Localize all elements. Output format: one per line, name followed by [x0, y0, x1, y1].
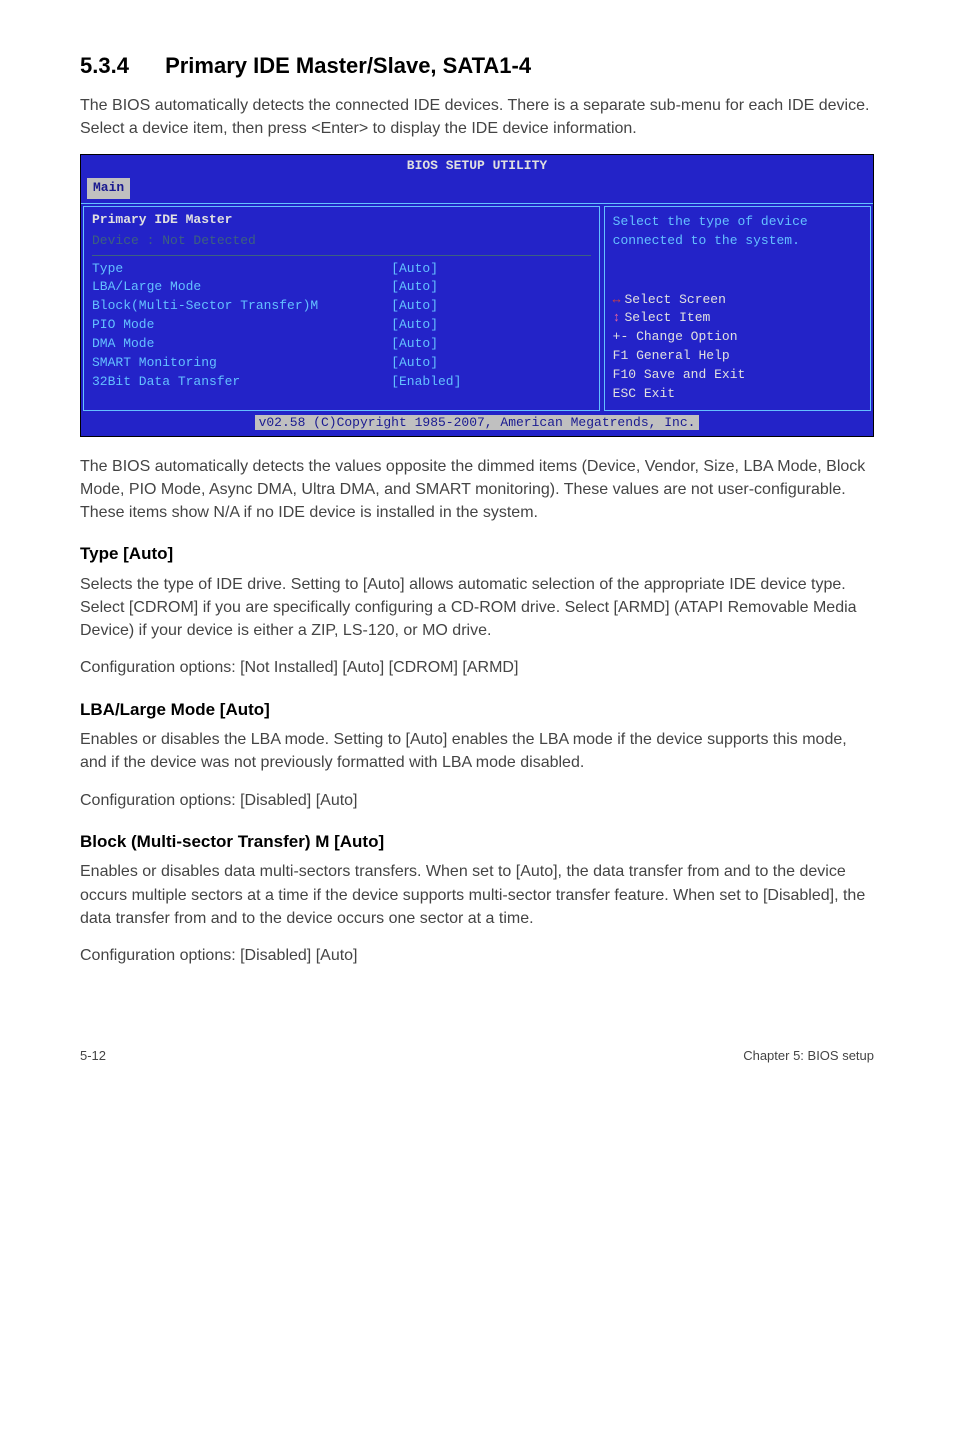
bios-footer: v02.58 (C)Copyright 1985-2007, American … — [81, 413, 873, 436]
bios-item-label: Block(Multi-Sector Transfer)M — [92, 297, 391, 316]
type-paragraph: Selects the type of IDE drive. Setting t… — [80, 573, 874, 643]
bios-item-value: [Auto] — [391, 297, 438, 316]
bios-pane-header: Primary IDE Master — [92, 211, 591, 232]
lba-options: Configuration options: [Disabled] [Auto] — [80, 789, 874, 812]
bios-right-pane: Select the type of device connected to t… — [604, 206, 871, 411]
bios-item: LBA/Large Mode [Auto] — [92, 278, 591, 297]
section-heading: 5.3.4 Primary IDE Master/Slave, SATA1-4 — [80, 50, 874, 82]
bios-item: SMART Monitoring [Auto] — [92, 354, 591, 373]
bios-item: Type [Auto] — [92, 260, 591, 279]
bios-item-label: Type — [92, 260, 391, 279]
bios-tab-main: Main — [87, 178, 130, 199]
bios-item-label: SMART Monitoring — [92, 354, 391, 373]
after-bios-paragraph: The BIOS automatically detects the value… — [80, 455, 874, 525]
page-footer: 5-12 Chapter 5: BIOS setup — [80, 1047, 874, 1066]
bios-key-label: Select Screen — [624, 291, 725, 310]
bios-body: Primary IDE Master Device : Not Detected… — [81, 203, 873, 413]
section-number: 5.3.4 — [80, 50, 129, 82]
bios-key-label: Select Item — [624, 309, 710, 328]
block-paragraph: Enables or disables data multi-sectors t… — [80, 860, 874, 930]
bios-item-value: [Auto] — [391, 354, 438, 373]
bios-key-row: F1 General Help — [613, 347, 862, 366]
bios-item-label: 32Bit Data Transfer — [92, 373, 391, 392]
bios-left-pane: Primary IDE Master Device : Not Detected… — [83, 206, 600, 411]
bios-key-row: F10 Save and Exit — [613, 366, 862, 385]
bios-title: BIOS SETUP UTILITY — [81, 155, 873, 178]
bios-item-value: [Auto] — [391, 316, 438, 335]
bios-item-value: [Enabled] — [391, 373, 461, 392]
bios-item-value: [Auto] — [391, 260, 438, 279]
arrows-lr-icon: ↔ — [613, 291, 621, 310]
bios-item-label: DMA Mode — [92, 335, 391, 354]
bios-item-label: LBA/Large Mode — [92, 278, 391, 297]
bios-item: Block(Multi-Sector Transfer)M [Auto] — [92, 297, 591, 316]
bios-item-label: PIO Mode — [92, 316, 391, 335]
bios-key-row: ↕Select Item — [613, 309, 862, 328]
intro-paragraph: The BIOS automatically detects the conne… — [80, 94, 874, 140]
bios-help-text: Select the type of device connected to t… — [613, 213, 862, 251]
bios-item: 32Bit Data Transfer [Enabled] — [92, 373, 591, 392]
bios-key-row: ↔Select Screen — [613, 291, 862, 310]
bios-footer-text: v02.58 (C)Copyright 1985-2007, American … — [255, 415, 700, 430]
block-options: Configuration options: [Disabled] [Auto] — [80, 944, 874, 967]
bios-tab-bar: Main — [81, 178, 873, 203]
block-heading: Block (Multi-sector Transfer) M [Auto] — [80, 830, 874, 855]
bios-item: DMA Mode [Auto] — [92, 335, 591, 354]
arrows-ud-icon: ↕ — [613, 309, 621, 328]
bios-item-value: [Auto] — [391, 335, 438, 354]
bios-key-row: ESC Exit — [613, 385, 862, 404]
bios-item: PIO Mode [Auto] — [92, 316, 591, 335]
lba-heading: LBA/Large Mode [Auto] — [80, 698, 874, 723]
bios-item-value: [Auto] — [391, 278, 438, 297]
page-number: 5-12 — [80, 1047, 106, 1066]
bios-key-row: +- Change Option — [613, 328, 862, 347]
section-title: Primary IDE Master/Slave, SATA1-4 — [165, 53, 531, 78]
bios-device-row: Device : Not Detected — [92, 232, 591, 256]
type-heading: Type [Auto] — [80, 542, 874, 567]
bios-key-help: ↔Select Screen ↕Select Item +- Change Op… — [613, 291, 862, 404]
type-options: Configuration options: [Not Installed] [… — [80, 656, 874, 679]
bios-screenshot: BIOS SETUP UTILITY Main Primary IDE Mast… — [80, 154, 874, 436]
lba-paragraph: Enables or disables the LBA mode. Settin… — [80, 728, 874, 774]
chapter-label: Chapter 5: BIOS setup — [743, 1047, 874, 1066]
